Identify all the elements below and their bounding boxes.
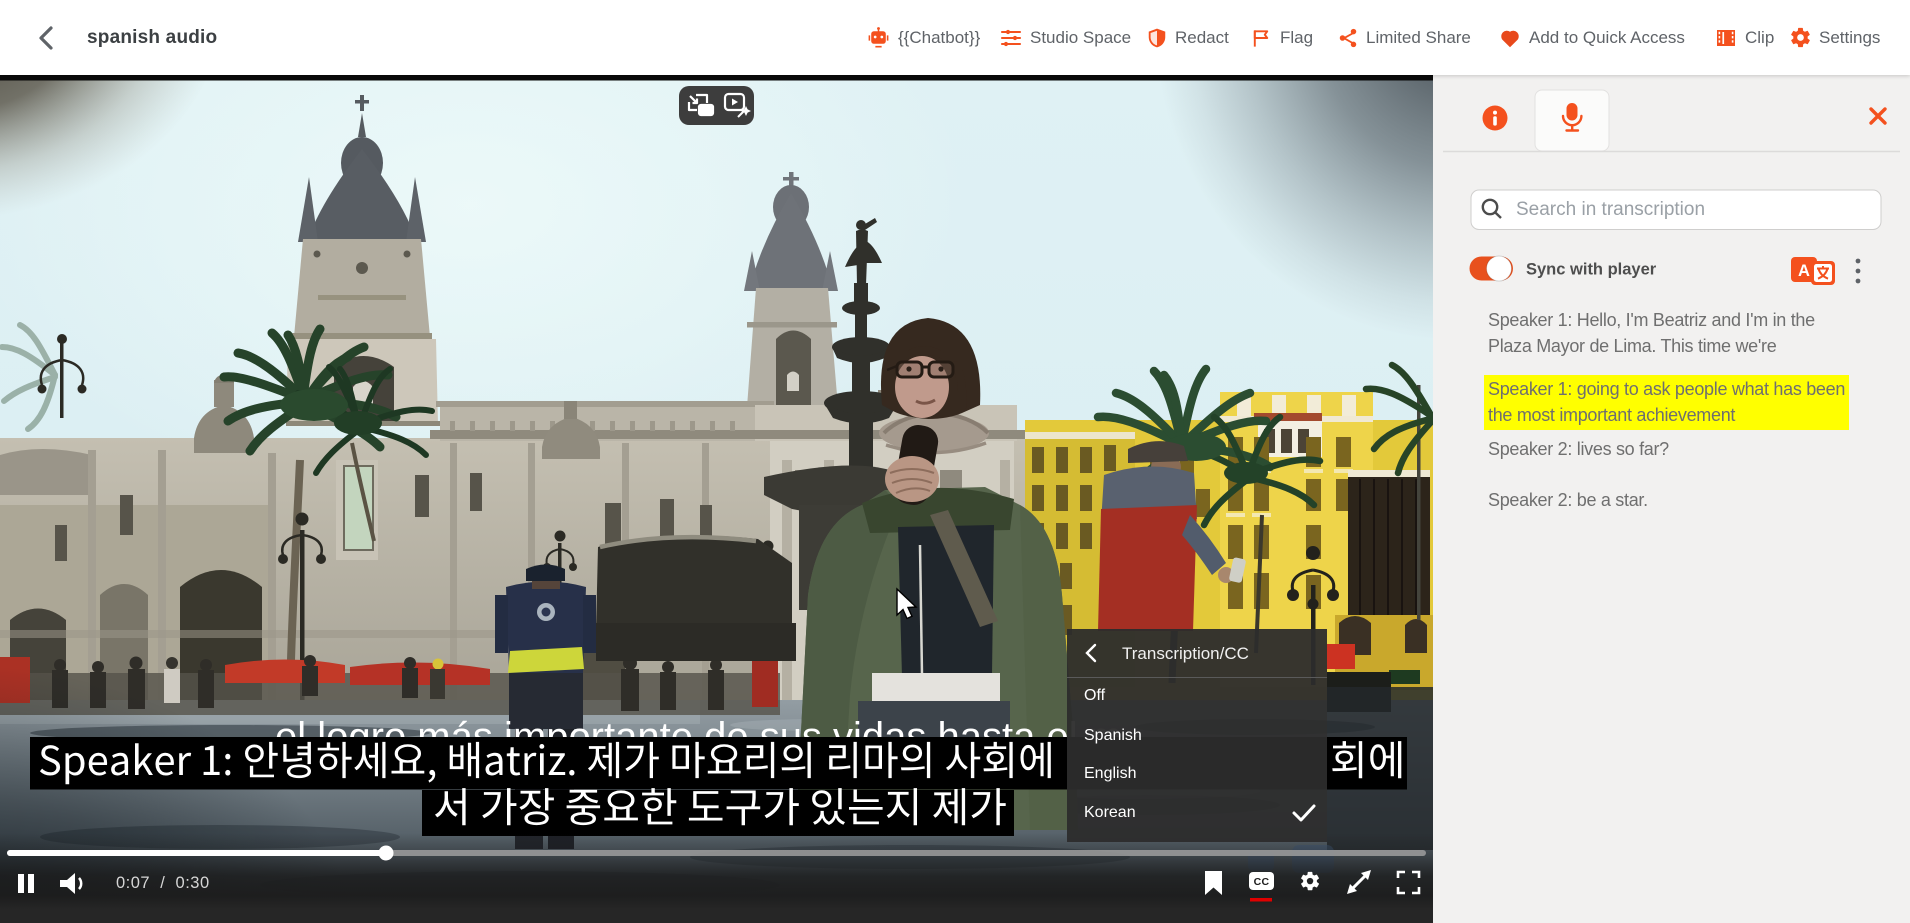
- svg-text:A: A: [1798, 262, 1810, 280]
- svg-text:Sync with player: Sync with player: [1526, 261, 1657, 279]
- svg-text:CC: CC: [1254, 876, 1270, 888]
- svg-text:Search in transcription: Search in transcription: [1516, 199, 1705, 220]
